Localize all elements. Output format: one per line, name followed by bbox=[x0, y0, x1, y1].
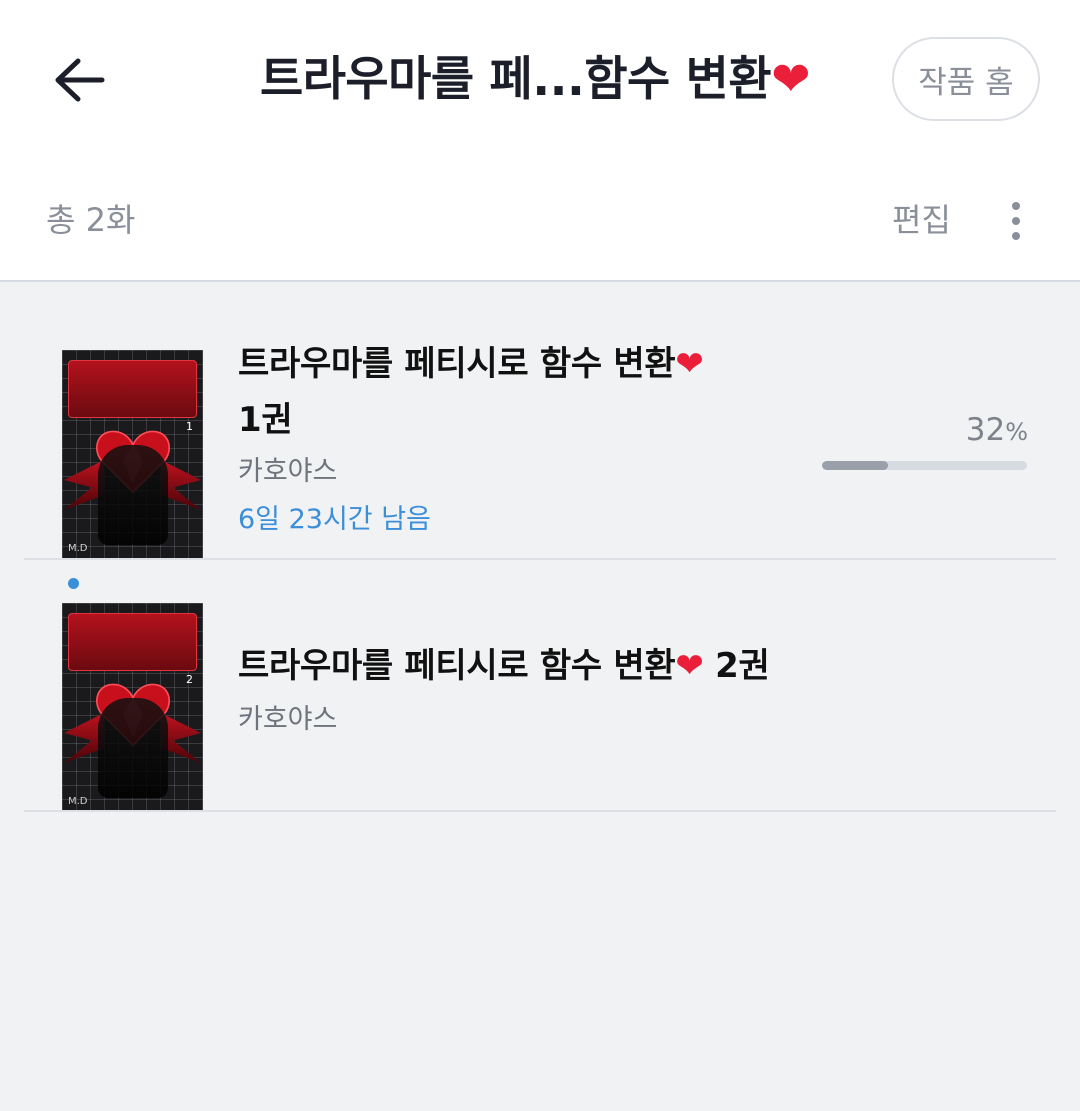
reading-progress-label: 32% bbox=[930, 408, 1028, 452]
more-vertical-icon-dot bbox=[1012, 232, 1020, 240]
progress-value: 32 bbox=[965, 412, 1006, 448]
top-app-bar: 트라우마를 페...함수 변환❤ 작품 홈 bbox=[0, 0, 1080, 160]
heart-emoji: ❤ bbox=[771, 52, 811, 107]
book-cover-image[interactable]: 1 M.D bbox=[62, 350, 203, 558]
more-vertical-icon-dot bbox=[1012, 202, 1020, 210]
author-name: 카호야스 bbox=[238, 704, 338, 735]
volume-title: 트라우마를 페티시로 함수 변환❤ 2권 bbox=[238, 638, 770, 694]
volume-number: 1권 bbox=[238, 400, 293, 440]
back-button[interactable] bbox=[48, 48, 112, 112]
arrow-left-icon bbox=[55, 58, 105, 102]
list-toolbar: 총 2화 편집 bbox=[0, 160, 1080, 282]
volume-list-item[interactable]: 2 M.D 트라우마를 페티시로 함수 변환❤ 2권 카호야스 bbox=[0, 560, 1080, 814]
cover-volume-number: 2 bbox=[186, 673, 193, 686]
cover-publisher-logo: M.D bbox=[68, 543, 88, 554]
total-count-label: 총 2화 bbox=[46, 201, 136, 239]
volume-title: 트라우마를 페티시로 함수 변환❤ bbox=[238, 336, 704, 392]
work-home-button[interactable]: 작품 홈 bbox=[892, 37, 1040, 121]
cover-hand-art bbox=[98, 698, 168, 798]
book-cover-image[interactable]: 2 M.D bbox=[62, 603, 203, 811]
reading-progress-bar bbox=[822, 461, 1027, 470]
heart-emoji: ❤ bbox=[675, 646, 704, 686]
cover-title-band bbox=[68, 613, 197, 671]
cover-hand-art bbox=[98, 445, 168, 545]
reading-progress-fill bbox=[822, 461, 888, 470]
cover-publisher-logo: M.D bbox=[68, 796, 88, 807]
progress-unit: % bbox=[1005, 418, 1028, 446]
volume-list-item[interactable]: 1 M.D 트라우마를 페티시로 함수 변환❤ 1권 카호야스 6일 23시간 … bbox=[0, 284, 1080, 560]
volume-number: 2권 bbox=[715, 646, 770, 686]
volume-title-text: 트라우마를 페티시로 함수 변환 bbox=[238, 646, 676, 686]
cover-volume-number: 1 bbox=[186, 420, 193, 433]
volume-title-text: 트라우마를 페티시로 함수 변환 bbox=[238, 344, 676, 384]
heart-emoji: ❤ bbox=[675, 344, 704, 384]
author-name: 카호야스 bbox=[238, 456, 338, 487]
more-options-button[interactable] bbox=[996, 196, 1036, 246]
page-title-text: 트라우마를 페...함수 변환 bbox=[259, 52, 772, 107]
edit-button[interactable]: 편집 bbox=[892, 195, 951, 245]
library-volume-list-page: 트라우마를 페...함수 변환❤ 작품 홈 총 2화 편집 1 M.D 트라우마… bbox=[0, 0, 1080, 1111]
cover-title-band bbox=[68, 360, 197, 418]
list-divider bbox=[24, 810, 1056, 812]
page-title: 트라우마를 페...함수 변환❤ bbox=[190, 44, 880, 116]
rental-remaining-time: 6일 23시간 남음 bbox=[238, 504, 431, 535]
new-indicator-dot bbox=[68, 578, 79, 589]
more-vertical-icon-dot bbox=[1012, 217, 1020, 225]
